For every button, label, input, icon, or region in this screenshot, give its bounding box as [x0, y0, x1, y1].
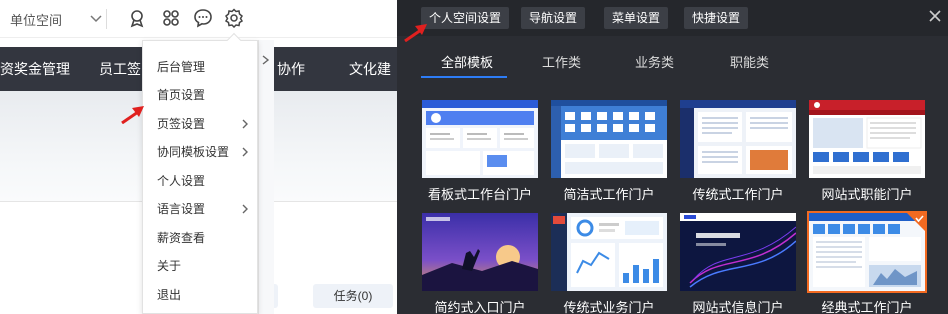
template-thumbnail-traditional [680, 100, 796, 178]
template-label: 看板式工作台门户 [427, 187, 532, 202]
close-icon[interactable] [928, 9, 942, 23]
menu-item-personal-settings[interactable]: 个人设置 [143, 167, 257, 195]
menu-settings-button[interactable]: 菜单设置 [604, 7, 669, 29]
menu-item-tab-settings[interactable]: 页签设置 [143, 110, 257, 138]
menu-item-homepage-settings[interactable]: 首页设置 [143, 81, 257, 109]
chevron-right-icon [262, 55, 270, 65]
template-label: 网站式信息门户 [692, 300, 784, 314]
chevron-right-icon [242, 119, 248, 129]
template-label: 简洁式工作门户 [563, 187, 655, 202]
menu-item-label: 退出 [157, 288, 182, 302]
template-label: 经典式工作门户 [821, 300, 913, 314]
template-label: 传统式业务门户 [563, 300, 655, 314]
menu-item-label: 关于 [157, 259, 182, 273]
menu-item-label: 语言设置 [157, 202, 206, 216]
menu-item-about[interactable]: 关于 [143, 252, 257, 280]
template-panel: 个人空间设置 导航设置 菜单设置 快捷设置 全部模板 工作类 业务类 职能类 看… [397, 0, 948, 314]
menu-item-admin[interactable]: 后台管理 [143, 53, 257, 81]
tab-business[interactable]: 业务类 [635, 52, 674, 74]
medal-icon[interactable] [127, 8, 147, 28]
space-select-label: 单位空间 [10, 12, 63, 28]
template-label: 传统式工作门户 [692, 187, 784, 202]
tab-work[interactable]: 工作类 [542, 52, 581, 74]
menu-item-collab-template[interactable]: 协同模板设置 [143, 138, 257, 166]
template-thumbnail-website [809, 100, 925, 178]
tab-function[interactable]: 职能类 [730, 52, 769, 74]
check-icon [907, 213, 925, 231]
settings-button-bar: 个人空间设置 导航设置 菜单设置 快捷设置 [397, 0, 948, 36]
submenu-strip [258, 40, 274, 314]
red-arrow-annotation [121, 106, 144, 124]
menu-item-label: 后台管理 [157, 60, 206, 74]
menu-item-language[interactable]: 语言设置 [143, 195, 257, 223]
template-thumbnail-minimal [422, 213, 538, 291]
menu-item-label: 协同模板设置 [157, 145, 230, 159]
top-toolbar: 单位空间 [0, 0, 397, 38]
chevron-right-icon [242, 147, 248, 157]
apps-icon[interactable] [161, 8, 181, 28]
nav-settings-button[interactable]: 导航设置 [521, 7, 586, 29]
menu-item-logout[interactable]: 退出 [143, 281, 257, 309]
nav-item[interactable]: 员工签 [99, 47, 141, 91]
menu-item-salary[interactable]: 薪资查看 [143, 224, 257, 252]
chevron-right-icon [242, 204, 248, 214]
left-pane: 单位空间 资奖金管理 员工签 协作 文化建 ) 任务(0) [0, 0, 397, 314]
template-label: 简约式入口门户 [434, 300, 526, 314]
personal-space-settings-button[interactable]: 个人空间设置 [421, 7, 510, 29]
template-thumbnail-business [551, 213, 667, 291]
template-thumbnail-kanban [422, 100, 538, 178]
space-select[interactable]: 单位空间 [10, 9, 104, 29]
menu-item-label: 薪资查看 [157, 231, 206, 245]
task-button[interactable]: 任务(0) [313, 284, 393, 308]
toolbar-divider [106, 9, 107, 29]
chevron-down-icon [90, 15, 102, 23]
chat-icon[interactable] [193, 8, 213, 28]
settings-icon[interactable] [224, 8, 244, 28]
menu-item-label: 个人设置 [157, 174, 206, 188]
menu-item-label: 首页设置 [157, 88, 206, 102]
nav-item[interactable]: 资奖金管理 [0, 47, 70, 91]
nav-item[interactable]: 协作 [277, 47, 305, 91]
menu-item-label: 页签设置 [157, 117, 206, 131]
shortcut-settings-button[interactable]: 快捷设置 [684, 7, 749, 29]
template-thumbnail-info [680, 213, 796, 291]
settings-dropdown-menu: 后台管理 首页设置 页签设置 协同模板设置 个人设置 语言设置 薪资查看 关于 … [142, 32, 258, 314]
nav-item[interactable]: 文化建 [349, 47, 391, 91]
template-label: 网站式职能门户 [821, 187, 913, 202]
template-thumbnail-simple [551, 100, 667, 178]
red-arrow-annotation [404, 24, 427, 42]
active-tab-indicator [421, 76, 507, 78]
tab-all-templates[interactable]: 全部模板 [441, 52, 493, 74]
